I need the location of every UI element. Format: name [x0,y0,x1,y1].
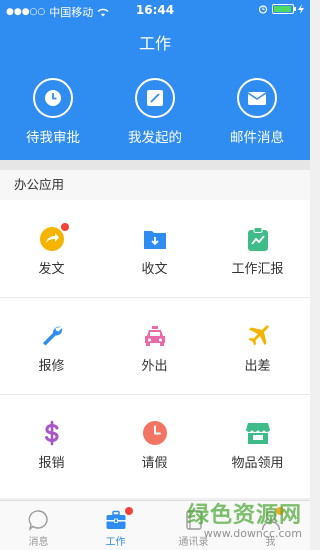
app-label: 工作汇报 [231,262,284,277]
charging-icon [298,4,304,14]
report-clipboard-icon [245,226,271,252]
app-label: 发文 [38,262,65,277]
app-label: 物品领用 [231,456,284,471]
clock-icon [142,420,168,446]
section-title: 办公应用 [0,170,310,200]
app-business-trip[interactable]: 出差 [206,297,309,393]
notification-dot [124,507,133,515]
dollar-icon [39,420,65,446]
mail-icon [237,78,277,118]
tab-label: 我 [265,537,276,548]
app-label: 收文 [141,262,168,277]
contacts-icon [183,509,205,531]
tab-bar: 消息 工作 通讯录 我 [0,500,310,550]
header: ●●●○○ 中国移动 16:44 工作 待我审批 我发起的 邮件消息 [0,0,310,160]
app-label: 出差 [244,359,271,374]
notification-dot [60,223,69,231]
tab-label: 消息 [28,537,49,548]
app-label: 外出 [141,359,168,374]
mail-messages-label: 邮件消息 [230,130,284,146]
briefcase-icon [105,507,133,531]
tab-contacts[interactable]: 通讯录 [155,501,232,550]
page-title: 工作 [138,34,171,53]
airplane-icon [245,323,271,349]
app-leave[interactable]: 请假 [103,394,206,490]
section-divider [0,160,310,170]
tab-me[interactable]: 我 [232,501,309,550]
app-grid: 发文 收文 工作汇报 报修 外出 出差 报销 请假 物品领用 [0,200,310,498]
my-initiated-label: 我发起的 [128,130,182,146]
edit-icon [135,78,175,118]
my-initiated-button[interactable]: 我发起的 [105,78,205,146]
tab-messages[interactable]: 消息 [0,501,77,550]
tab-label: 通讯录 [178,537,209,548]
app-work-report[interactable]: 工作汇报 [206,200,309,296]
chat-bubble-icon [28,509,50,531]
mail-messages-button[interactable]: 邮件消息 [207,78,307,146]
pending-approval-button[interactable]: 待我审批 [3,78,103,146]
battery-icon [272,4,296,14]
notification-dot [275,507,284,515]
app-label: 请假 [141,456,168,471]
app-repair[interactable]: 报修 [0,297,103,393]
taxi-icon [142,323,168,349]
pending-approval-label: 待我审批 [26,130,80,146]
share-icon [39,223,69,252]
app-reimbursement[interactable]: 报销 [0,394,103,490]
tab-label: 工作 [105,537,126,548]
app-item-requisition[interactable]: 物品领用 [206,394,309,490]
person-icon [260,507,284,531]
clock-icon [33,78,73,118]
status-bar: ●●●○○ 中国移动 16:44 [0,0,310,22]
app-label: 报修 [38,359,65,374]
app-fawen[interactable]: 发文 [0,200,103,296]
inbox-folder-icon [142,226,168,252]
alarm-icon [258,5,268,14]
tab-work[interactable]: 工作 [77,501,154,550]
app-label: 报销 [38,456,65,471]
app-go-out[interactable]: 外出 [103,297,206,393]
store-icon [245,420,271,446]
wrench-icon [39,323,65,349]
app-shouwen[interactable]: 收文 [103,200,206,296]
